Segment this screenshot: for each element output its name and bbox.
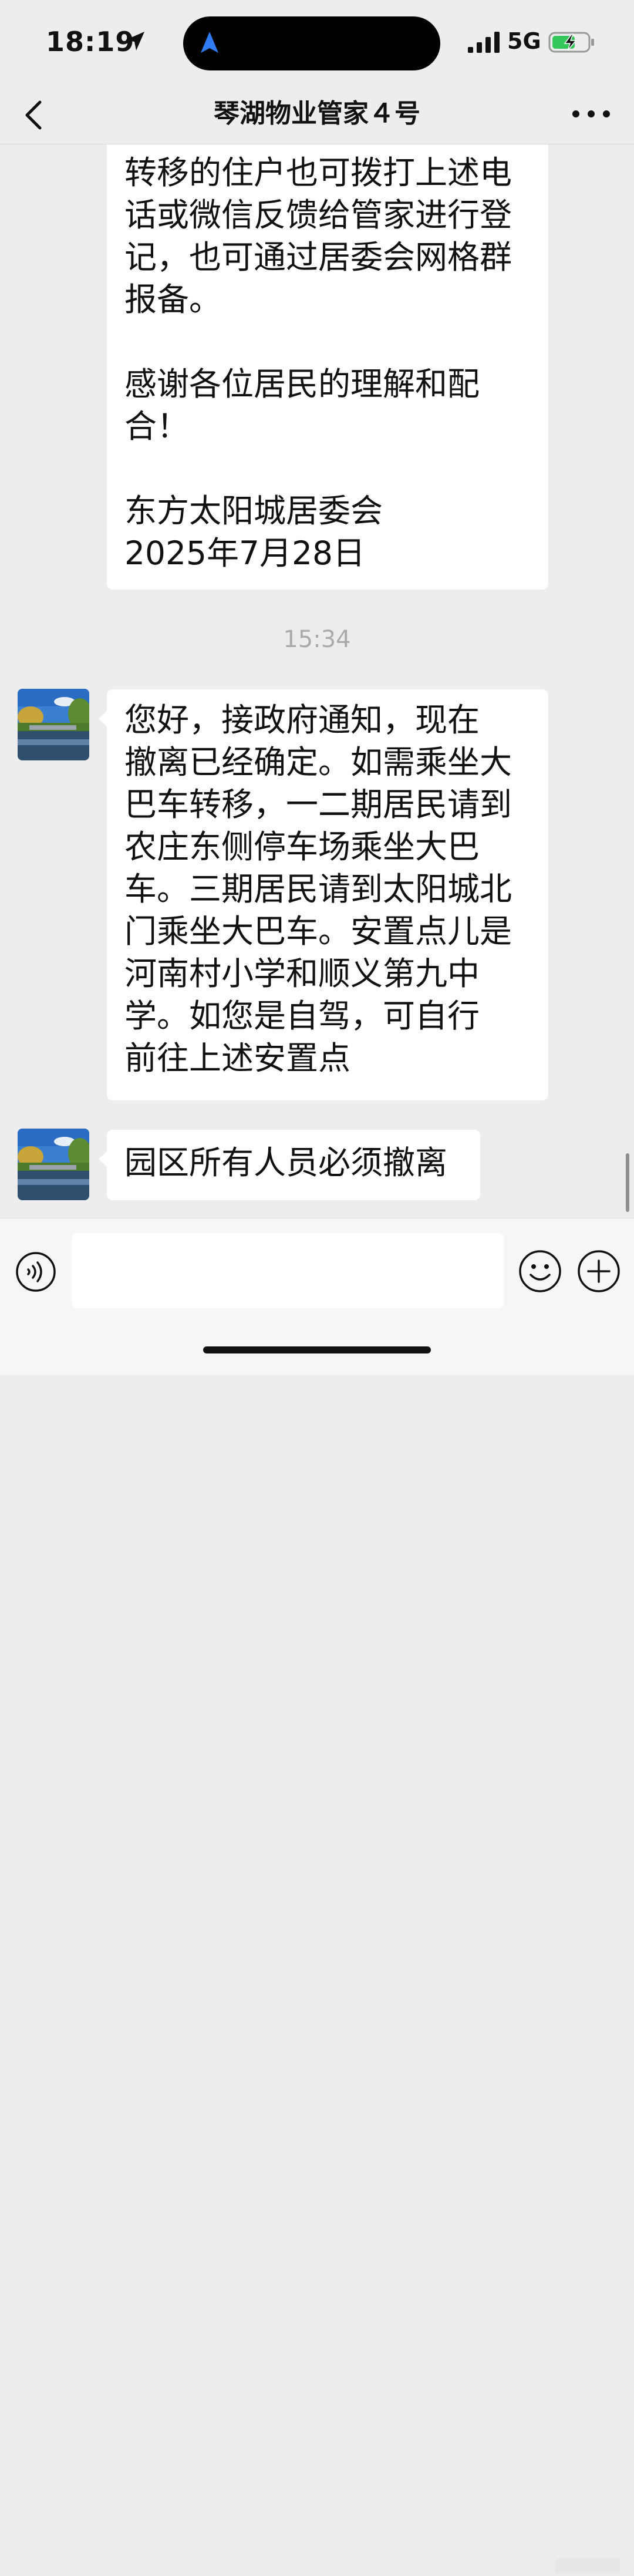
navigation-arrow-icon bbox=[201, 32, 218, 53]
location-arrow-icon bbox=[126, 32, 144, 50]
status-bar: 18:19 5G bbox=[0, 0, 634, 88]
avatar[interactable] bbox=[18, 1129, 89, 1200]
network-label: 5G bbox=[507, 28, 541, 54]
message-paragraph: 感谢各位居民的理解和配 合！ bbox=[124, 365, 480, 445]
more-dots-icon[interactable] bbox=[571, 102, 612, 126]
battery-charging-icon bbox=[548, 32, 594, 53]
message-input[interactable] bbox=[72, 1233, 504, 1308]
message-bubble[interactable]: 您好，接政府通知，现在 撤离已经确定。如需乘坐大 巴车转移，一二期居民请到 农庄… bbox=[99, 689, 548, 1100]
message-bubble[interactable]: 转移的住户也可拨打上述电 话或微信反馈给管家进行登 记，也可通过居委会网格群 报… bbox=[107, 144, 548, 590]
nav-bar: 琴湖物业管家４号 bbox=[0, 88, 634, 144]
avatar[interactable] bbox=[18, 689, 89, 760]
voice-icon[interactable] bbox=[15, 1251, 56, 1292]
plus-icon[interactable] bbox=[576, 1249, 621, 1294]
message-paragraph: 转移的住户也可拨打上述电 话或微信反馈给管家进行登 记，也可通过居委会网格群 报… bbox=[124, 154, 512, 318]
message-bubble[interactable]: 园区所有人员必须撤离 bbox=[99, 1130, 480, 1200]
dynamic-island bbox=[183, 16, 440, 70]
message-text: 您好，接政府通知，现在 撤离已经确定。如需乘坐大 巴车转移，一二期居民请到 农庄… bbox=[124, 701, 512, 1077]
scrollbar[interactable] bbox=[626, 1153, 629, 1212]
home-indicator bbox=[203, 1346, 431, 1353]
message-timestamp: 15:34 bbox=[283, 626, 351, 653]
input-bar bbox=[0, 1218, 634, 2574]
chat-area[interactable]: 转移的住户也可拨打上述电 话或微信反馈给管家进行登 记，也可通过居委会网格群 报… bbox=[0, 144, 634, 1218]
watermark-logo bbox=[555, 2558, 620, 2574]
signal-icon bbox=[468, 32, 500, 53]
message-paragraph: 东方太阳城居委会 2025年7月28日 bbox=[124, 492, 383, 572]
status-time: 18:19 bbox=[46, 26, 135, 58]
message-text: 园区所有人员必须撤离 bbox=[124, 1144, 448, 1181]
emoji-icon[interactable] bbox=[518, 1249, 562, 1294]
chat-title: 琴湖物业管家４号 bbox=[214, 99, 420, 129]
